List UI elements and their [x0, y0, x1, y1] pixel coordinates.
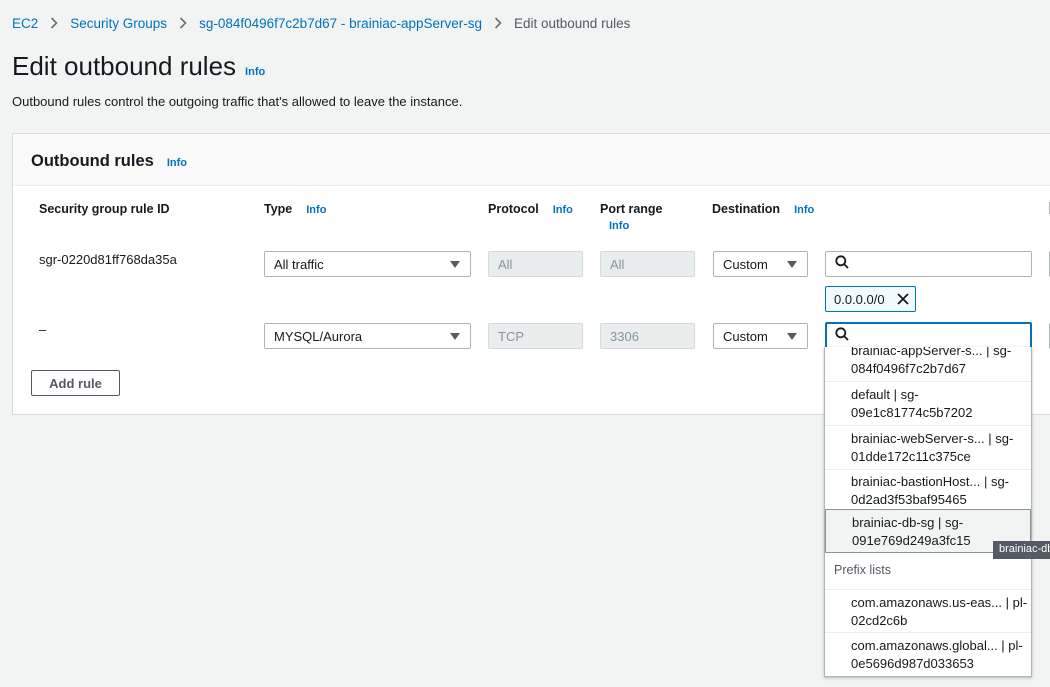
search-icon — [835, 254, 849, 274]
row1-type-value: All traffic — [274, 256, 324, 272]
row1-protocol-field: All — [488, 251, 583, 277]
breadcrumb-ec2[interactable]: EC2 — [12, 16, 38, 31]
prefix-lists-group-label: Prefix lists — [834, 563, 891, 577]
option-id: 0e5696d987d033653 — [851, 656, 974, 671]
row1-port-range-field: All — [600, 251, 695, 277]
column-type: Type Info — [264, 202, 326, 216]
caret-down-icon — [450, 261, 460, 268]
destination-dropdown: brainiac-appServer-s... | sg- 084f0496f7… — [824, 347, 1032, 677]
column-rule-id-label: Security group rule ID — [39, 202, 170, 216]
protocol-info-link[interactable]: Info — [553, 204, 573, 216]
row1-protocol-value: All — [498, 256, 513, 272]
dropdown-option[interactable]: brainiac-appServer-s... | sg- 084f0496f7… — [825, 347, 1031, 382]
row2-destination-select[interactable]: Custom — [713, 323, 808, 349]
dropdown-option[interactable]: default | sg- 09e1c81774c5b7202 — [825, 382, 1031, 426]
column-destination-label: Destination — [712, 202, 781, 216]
row2-destination-value: Custom — [723, 328, 768, 344]
type-info-link[interactable]: Info — [306, 204, 326, 216]
column-port-range: Port range — [600, 202, 663, 216]
option-name: com.amazonaws.us-eas... | pl- — [851, 595, 1028, 610]
page-description: Outbound rules control the outgoing traf… — [12, 94, 463, 109]
port-range-info-link[interactable]: Info — [609, 220, 629, 232]
caret-down-icon — [787, 333, 797, 340]
panel-title-text: Outbound rules — [31, 152, 154, 170]
option-name: brainiac-appServer-s... | sg- — [851, 347, 1012, 358]
row2-rule-id: – — [39, 322, 47, 337]
row1-destination-select[interactable]: Custom — [713, 251, 808, 277]
option-id: 01dde172c11c375ce — [851, 449, 971, 464]
row2-destination-search[interactable] — [825, 322, 1032, 350]
panel-header: Outbound rules Info — [13, 134, 1050, 186]
option-id: 02cd2c6b — [851, 613, 908, 628]
page-title-text: Edit outbound rules — [12, 51, 237, 81]
page-title: Edit outbound rules Info — [12, 51, 265, 82]
dropdown-option[interactable]: com.amazonaws.us-eas... | pl- 02cd2c6b — [825, 589, 1031, 633]
row2-protocol-field: TCP — [488, 323, 583, 349]
option-id: 091e769d249a3fc15 — [852, 533, 971, 548]
port-range-info: Info — [609, 220, 629, 232]
caret-down-icon — [787, 261, 797, 268]
row2-protocol-value: TCP — [498, 328, 524, 344]
breadcrumb-security-group[interactable]: sg-084f0496f7c2b7d67 - brainiac-appServe… — [199, 16, 482, 31]
dropdown-option[interactable]: brainiac-webServer-s... | sg- 01dde172c1… — [825, 426, 1031, 470]
column-port-range-label: Port range — [600, 202, 663, 216]
dropdown-option[interactable]: com.amazonaws.global... | pl- 0e5696d987… — [825, 633, 1031, 676]
panel-info-link[interactable]: Info — [167, 157, 187, 169]
row1-destination-value: Custom — [723, 256, 768, 272]
page-info-link[interactable]: Info — [245, 66, 265, 78]
breadcrumb: EC2 Security Groups sg-084f0496f7c2b7d67… — [12, 14, 630, 32]
destination-token: 0.0.0.0/0 — [825, 286, 916, 312]
breadcrumb-security-groups[interactable]: Security Groups — [70, 16, 167, 31]
option-name: brainiac-bastionHost... | sg- — [851, 474, 1009, 489]
add-rule-button[interactable]: Add rule — [31, 370, 120, 396]
destination-token-label: 0.0.0.0/0 — [834, 291, 885, 307]
option-tooltip: brainiac-db — [993, 541, 1050, 559]
dropdown-option[interactable]: brainiac-bastionHost... | sg- 0d2ad3f53b… — [825, 469, 1031, 513]
row1-port-range-value: All — [610, 256, 625, 272]
row2-port-range-field: 3306 — [600, 323, 695, 349]
option-name: com.amazonaws.global... | pl- — [851, 638, 1023, 653]
row2-port-range-value: 3306 — [610, 328, 639, 344]
column-protocol: Protocol Info — [488, 202, 573, 216]
chevron-right-icon — [179, 17, 187, 29]
panel-title: Outbound rules Info — [31, 152, 187, 171]
breadcrumb-current: Edit outbound rules — [514, 15, 631, 31]
row2-type-select[interactable]: MYSQL/Aurora — [264, 323, 471, 349]
row1-type-select[interactable]: All traffic — [264, 251, 471, 277]
column-rule-id: Security group rule ID — [39, 202, 170, 216]
option-name: default | sg- — [851, 387, 919, 402]
row1-destination-search[interactable] — [825, 251, 1032, 277]
chevron-right-icon — [494, 17, 502, 29]
destination-info-link[interactable]: Info — [794, 204, 814, 216]
column-type-label: Type — [264, 202, 293, 216]
chevron-right-icon — [50, 17, 58, 29]
search-icon — [835, 326, 849, 346]
option-id: 084f0496f7c2b7d67 — [851, 361, 966, 376]
option-name: brainiac-webServer-s... | sg- — [851, 431, 1014, 446]
option-id: 09e1c81774c5b7202 — [851, 405, 973, 420]
row1-rule-id: sgr-0220d81ff768da35a — [39, 252, 177, 267]
caret-down-icon — [450, 333, 460, 340]
column-destination: Destination Info — [712, 202, 814, 216]
row2-type-value: MYSQL/Aurora — [274, 328, 363, 344]
option-name: brainiac-db-sg | sg- — [852, 515, 964, 530]
option-id: 0d2ad3f53baf95465 — [851, 492, 967, 507]
close-icon[interactable] — [897, 293, 909, 308]
column-protocol-label: Protocol — [488, 202, 539, 216]
